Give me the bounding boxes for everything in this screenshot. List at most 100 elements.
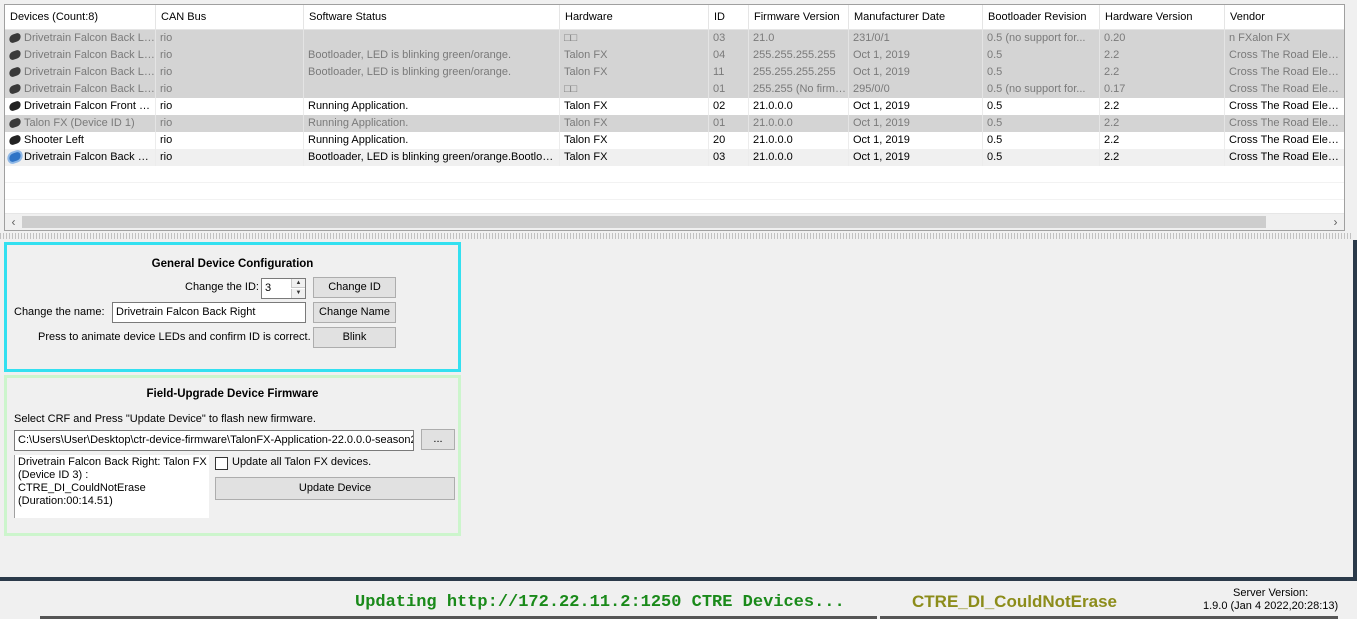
table-cell: 295/0/0 bbox=[849, 81, 983, 98]
table-cell bbox=[304, 30, 560, 47]
table-cell: 255.255.255.255 bbox=[749, 64, 849, 81]
device-icon bbox=[8, 32, 22, 44]
device-name-cell: Drivetrain Falcon Back Left bbox=[5, 81, 156, 98]
device-name-text: Drivetrain Falcon Front Left bbox=[24, 100, 156, 112]
table-cell: 03 bbox=[709, 149, 749, 166]
column-header[interactable]: Hardware bbox=[560, 5, 709, 30]
column-header[interactable]: CAN Bus bbox=[156, 5, 304, 30]
device-icon bbox=[8, 49, 22, 61]
device-name-text: Drivetrain Falcon Back Left bbox=[24, 83, 156, 95]
table-cell: 2.2 bbox=[1100, 115, 1225, 132]
table-cell: 0.17 bbox=[1100, 81, 1225, 98]
table-row[interactable]: Drivetrain Falcon Back Left rio □□ 01 255.25… bbox=[5, 81, 1344, 98]
table-cell: 21.0.0.0 bbox=[749, 98, 849, 115]
table-cell: Cross The Road Electronics bbox=[1225, 64, 1344, 81]
table-cell: Cross The Road Electronics bbox=[1225, 98, 1344, 115]
device-name-text: Talon FX (Device ID 1) bbox=[24, 117, 135, 129]
update-device-button[interactable]: Update Device bbox=[215, 477, 455, 500]
id-value[interactable]: 3 bbox=[265, 279, 271, 298]
table-cell: Oct 1, 2019 bbox=[849, 132, 983, 149]
table-cell: 11 bbox=[709, 64, 749, 81]
table-cell: 02 bbox=[709, 98, 749, 115]
id-stepper[interactable]: 3 ▲ ▼ bbox=[261, 278, 306, 299]
panel-splitter[interactable] bbox=[0, 233, 1352, 239]
table-cell: Running Application. bbox=[304, 98, 560, 115]
device-name-cell: Drivetrain Falcon Back Right bbox=[5, 149, 156, 166]
change-id-button[interactable]: Change ID bbox=[313, 277, 396, 298]
table-cell: rio bbox=[156, 30, 304, 47]
table-row[interactable]: Drivetrain Falcon Back Left rio Bootloader… bbox=[5, 64, 1344, 81]
scroll-left-icon[interactable]: ‹ bbox=[5, 214, 22, 230]
table-cell: Cross The Road Electronics bbox=[1225, 115, 1344, 132]
table-cell: Talon FX bbox=[560, 132, 709, 149]
table-cell: Cross The Road Electronics bbox=[1225, 132, 1344, 149]
horizontal-scrollbar[interactable]: ‹ › bbox=[5, 213, 1344, 230]
change-name-button[interactable]: Change Name bbox=[313, 302, 396, 323]
device-table: Devices (Count:8) CAN Bus Software Status H… bbox=[4, 4, 1345, 231]
table-cell: Talon FX bbox=[560, 64, 709, 81]
table-row[interactable]: Talon FX (Device ID 1) rio Running Applica… bbox=[5, 115, 1344, 132]
table-cell: Oct 1, 2019 bbox=[849, 115, 983, 132]
device-name-text: Drivetrain Falcon Back Left bbox=[24, 32, 156, 44]
column-header[interactable]: Devices (Count:8) bbox=[5, 5, 156, 30]
browse-button[interactable]: ... bbox=[421, 429, 455, 450]
scroll-thumb[interactable] bbox=[22, 216, 1266, 228]
table-cell: 01 bbox=[709, 115, 749, 132]
table-cell: rio bbox=[156, 47, 304, 64]
table-cell: rio bbox=[156, 115, 304, 132]
device-name-text: Drivetrain Falcon Back Left bbox=[24, 66, 156, 78]
table-row[interactable]: Drivetrain Falcon Back Left rio Bootloader… bbox=[5, 47, 1344, 64]
column-header[interactable]: ID bbox=[709, 5, 749, 30]
column-header[interactable]: Manufacturer Date bbox=[849, 5, 983, 30]
table-cell: 255.255.255.255 bbox=[749, 47, 849, 64]
table-cell: Oct 1, 2019 bbox=[849, 98, 983, 115]
table-cell: 255.255 (No firmware) bbox=[749, 81, 849, 98]
blink-label: Press to animate device LEDs and confirm… bbox=[38, 331, 311, 343]
table-cell: Talon FX bbox=[560, 47, 709, 64]
column-header[interactable]: Hardware Version bbox=[1100, 5, 1225, 30]
stepper-down-icon[interactable]: ▼ bbox=[291, 289, 305, 298]
table-cell: Bootloader, LED is blinking green/orange… bbox=[304, 47, 560, 64]
config-title: General Device Configuration bbox=[151, 258, 314, 270]
column-header[interactable]: Vendor bbox=[1225, 5, 1344, 30]
table-cell: 01 bbox=[709, 81, 749, 98]
blink-button[interactable]: Blink bbox=[313, 327, 396, 348]
firmware-title: Field-Upgrade Device Firmware bbox=[146, 388, 319, 400]
stepper-up-icon[interactable]: ▲ bbox=[291, 279, 305, 288]
table-cell: Bootloader, LED is blinking green/orange… bbox=[304, 149, 560, 166]
table-row[interactable]: Drivetrain Falcon Back Right rio Bootloade… bbox=[5, 149, 1344, 166]
table-cell: Talon FX bbox=[560, 149, 709, 166]
column-header[interactable]: Software Status bbox=[304, 5, 560, 30]
table-cell: rio bbox=[156, 81, 304, 98]
table-cell: Oct 1, 2019 bbox=[849, 149, 983, 166]
update-all-checkbox[interactable] bbox=[215, 457, 228, 470]
table-cell: 0.5 bbox=[983, 149, 1100, 166]
empty-row bbox=[5, 183, 1344, 200]
firmware-file-input[interactable]: C:\Users\User\Desktop\ctr-device-firmwar… bbox=[14, 430, 414, 451]
table-cell: 21.0 bbox=[749, 30, 849, 47]
device-name-input[interactable]: Drivetrain Falcon Back Right bbox=[112, 302, 306, 323]
device-name-cell: Shooter Left bbox=[5, 132, 156, 149]
table-cell: Talon FX bbox=[560, 115, 709, 132]
table-cell: Running Application. bbox=[304, 132, 560, 149]
device-name-cell: Drivetrain Falcon Back Left bbox=[5, 30, 156, 47]
table-row[interactable]: Drivetrain Falcon Back Left rio □□ 03 21.0 23… bbox=[5, 30, 1344, 47]
column-header[interactable]: Firmware Version bbox=[749, 5, 849, 30]
scroll-right-icon[interactable]: › bbox=[1327, 214, 1344, 230]
table-cell: 0.5 bbox=[983, 115, 1100, 132]
device-name-text: Shooter Left bbox=[24, 134, 84, 146]
device-name-cell: Talon FX (Device ID 1) bbox=[5, 115, 156, 132]
column-header[interactable]: Bootloader Revision bbox=[983, 5, 1100, 30]
table-row[interactable]: Shooter Left rio Running Application. Talon… bbox=[5, 132, 1344, 149]
table-cell: 0.5 bbox=[983, 98, 1100, 115]
table-row[interactable]: Drivetrain Falcon Front Left rio Running A… bbox=[5, 98, 1344, 115]
table-cell: 2.2 bbox=[1100, 47, 1225, 64]
table-cell: rio bbox=[156, 64, 304, 81]
firmware-log: Drivetrain Falcon Back Right: Talon FX (… bbox=[14, 455, 209, 518]
table-cell: 0.5 (no support for... bbox=[983, 81, 1100, 98]
table-cell: 0.5 bbox=[983, 132, 1100, 149]
device-icon bbox=[8, 151, 22, 163]
table-cell: 0.5 bbox=[983, 64, 1100, 81]
device-icon bbox=[8, 83, 22, 95]
table-cell bbox=[304, 81, 560, 98]
